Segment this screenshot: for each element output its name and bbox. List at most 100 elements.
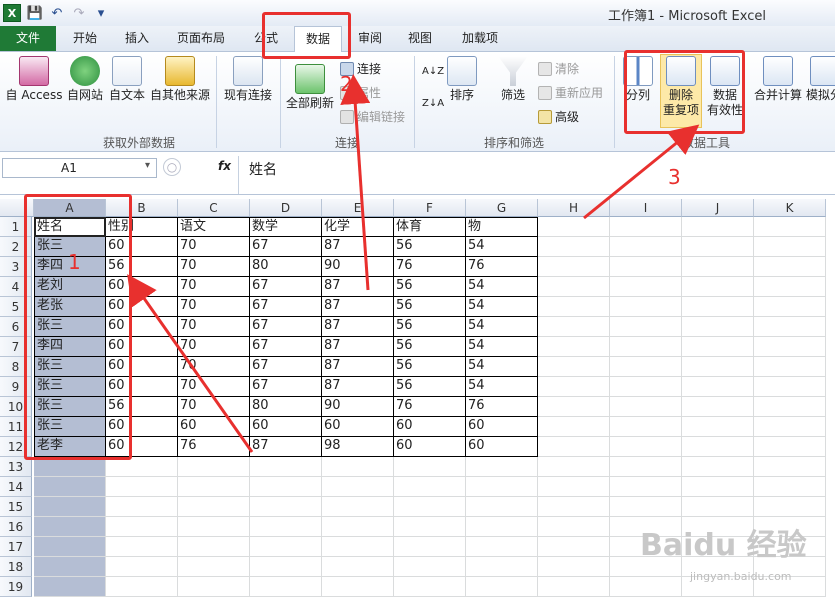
grid-cell[interactable]: 98 — [322, 437, 394, 457]
grid-cell[interactable] — [754, 297, 826, 317]
column-header-i[interactable]: I — [610, 199, 682, 217]
filter-button[interactable]: 筛选 — [496, 56, 530, 103]
grid-cell[interactable] — [682, 297, 754, 317]
grid-cell[interactable] — [538, 377, 610, 397]
grid-cell[interactable]: 70 — [178, 397, 250, 417]
grid-cell[interactable]: 80 — [250, 397, 322, 417]
grid-cell[interactable] — [178, 577, 250, 597]
reapply-button[interactable]: 重新应用 — [538, 84, 603, 101]
grid-cell[interactable] — [178, 537, 250, 557]
grid-cell[interactable]: 60 — [178, 417, 250, 437]
grid-cell[interactable] — [34, 517, 106, 537]
formula-input[interactable]: 姓名 — [238, 156, 835, 194]
grid-cell[interactable] — [754, 437, 826, 457]
grid-cell[interactable] — [538, 437, 610, 457]
grid-cell[interactable] — [322, 537, 394, 557]
grid-cell[interactable]: 60 — [322, 417, 394, 437]
grid-cell[interactable]: 76 — [466, 397, 538, 417]
grid-cell[interactable]: 87 — [322, 377, 394, 397]
grid-cell[interactable]: 70 — [178, 337, 250, 357]
grid-cell[interactable] — [682, 457, 754, 477]
grid-cell[interactable]: 87 — [322, 277, 394, 297]
grid-cell[interactable]: 67 — [250, 237, 322, 257]
tab-review[interactable]: 审阅 — [348, 26, 392, 52]
grid-cell[interactable] — [754, 357, 826, 377]
grid-cell[interactable] — [754, 497, 826, 517]
grid-cell[interactable]: 67 — [250, 317, 322, 337]
grid-cell[interactable] — [754, 377, 826, 397]
grid-cell[interactable]: 70 — [178, 317, 250, 337]
grid-cell[interactable] — [754, 237, 826, 257]
grid-cell[interactable] — [466, 457, 538, 477]
grid-cell[interactable] — [610, 337, 682, 357]
grid-cell[interactable]: 56 — [394, 297, 466, 317]
column-header-c[interactable]: C — [178, 199, 250, 217]
grid-cell[interactable] — [178, 497, 250, 517]
grid-cell[interactable]: 67 — [250, 377, 322, 397]
grid-cell[interactable] — [610, 437, 682, 457]
grid-cell[interactable] — [754, 317, 826, 337]
grid-cell[interactable] — [34, 497, 106, 517]
column-header-d[interactable]: D — [250, 199, 322, 217]
tab-page-layout[interactable]: 页面布局 — [168, 26, 234, 52]
grid-cell[interactable] — [538, 257, 610, 277]
grid-cell[interactable] — [682, 357, 754, 377]
grid-cell[interactable] — [394, 497, 466, 517]
grid-cell[interactable]: 54 — [466, 357, 538, 377]
clear-button[interactable]: 清除 — [538, 60, 579, 77]
customize-qat-icon[interactable]: ▾ — [93, 5, 109, 21]
grid-cell[interactable] — [610, 497, 682, 517]
grid-cell[interactable] — [538, 497, 610, 517]
grid-cell[interactable] — [250, 537, 322, 557]
save-icon[interactable]: 💾 — [27, 5, 43, 21]
grid-cell[interactable]: 56 — [394, 237, 466, 257]
grid-cell[interactable] — [682, 217, 754, 237]
grid-cell[interactable] — [610, 217, 682, 237]
sort-descending-button[interactable]: Z↓A — [422, 98, 444, 109]
grid-cell[interactable]: 67 — [250, 357, 322, 377]
grid-cell[interactable] — [394, 457, 466, 477]
grid-cell[interactable]: 54 — [466, 297, 538, 317]
grid-cell[interactable]: 54 — [466, 337, 538, 357]
tab-insert[interactable]: 插入 — [114, 26, 160, 52]
row-header[interactable]: 19 — [0, 577, 32, 597]
grid-cell[interactable]: 67 — [250, 337, 322, 357]
grid-cell[interactable] — [610, 317, 682, 337]
grid-cell[interactable] — [754, 417, 826, 437]
grid-cell[interactable] — [610, 257, 682, 277]
grid-cell[interactable] — [682, 237, 754, 257]
grid-cell[interactable] — [34, 577, 106, 597]
formula-bar-circle-icon[interactable]: ○ — [163, 158, 181, 176]
grid-cell[interactable] — [466, 517, 538, 537]
from-web-button[interactable]: 自网站 — [64, 56, 106, 103]
grid-cell[interactable] — [610, 417, 682, 437]
header-cell[interactable]: 数学 — [250, 217, 322, 237]
sort-ascending-button[interactable]: A↓Z — [422, 66, 444, 77]
grid-cell[interactable]: 70 — [178, 237, 250, 257]
grid-cell[interactable] — [610, 577, 682, 597]
grid-cell[interactable] — [250, 577, 322, 597]
grid-cell[interactable]: 67 — [250, 297, 322, 317]
grid-cell[interactable] — [34, 457, 106, 477]
grid-cell[interactable] — [610, 237, 682, 257]
grid-cell[interactable] — [250, 517, 322, 537]
refresh-all-button[interactable]: 全部刷新 — [284, 64, 336, 111]
grid-cell[interactable] — [538, 577, 610, 597]
name-box[interactable]: A1 — [2, 158, 157, 178]
row-header[interactable]: 14 — [0, 477, 32, 497]
grid-cell[interactable] — [538, 317, 610, 337]
grid-cell[interactable] — [106, 517, 178, 537]
grid-cell[interactable]: 70 — [178, 377, 250, 397]
grid-cell[interactable] — [682, 437, 754, 457]
grid-cell[interactable]: 76 — [178, 437, 250, 457]
grid-cell[interactable]: 87 — [250, 437, 322, 457]
grid-cell[interactable]: 70 — [178, 297, 250, 317]
grid-cell[interactable] — [394, 517, 466, 537]
tab-file[interactable]: 文件 — [0, 26, 56, 51]
grid-cell[interactable]: 90 — [322, 257, 394, 277]
grid-cell[interactable] — [250, 557, 322, 577]
grid-cell[interactable] — [610, 457, 682, 477]
column-header-h[interactable]: H — [538, 199, 610, 217]
edit-links-button[interactable]: 编辑链接 — [340, 108, 405, 125]
grid-cell[interactable] — [466, 537, 538, 557]
